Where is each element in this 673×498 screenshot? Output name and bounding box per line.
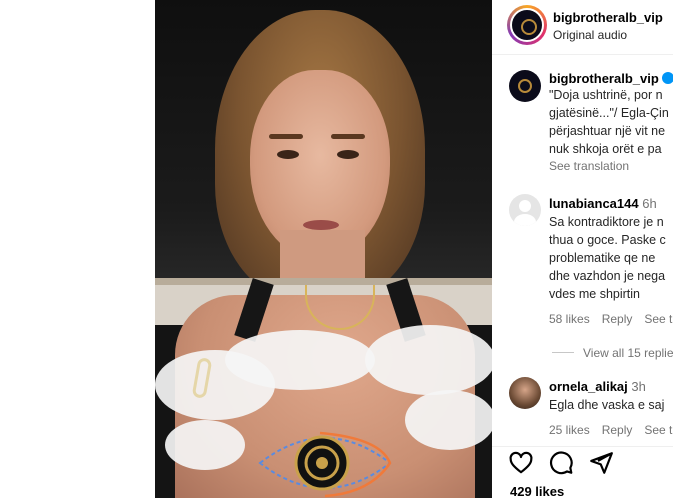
comment-meta: 25 likes Reply See tr (549, 423, 673, 437)
caption-username[interactable]: bigbrotheralb_vip (549, 71, 673, 86)
replies-divider (552, 352, 574, 353)
post-video[interactable] (155, 0, 492, 498)
comment-line: thua o goce. Paske c (549, 233, 666, 247)
verified-badge-icon (661, 72, 673, 84)
instagram-post-view: bigbrotheralb_vip Original audio bigbrot… (0, 0, 673, 498)
view-replies-button[interactable]: View all 15 replie (583, 346, 673, 360)
caption-line: nuk shkoja orët e pa (549, 142, 662, 156)
comment-username[interactable]: lunabianca144 6h (549, 196, 657, 211)
comment-reply-button[interactable]: Reply (602, 423, 633, 437)
comment-likes[interactable]: 25 likes (549, 423, 590, 437)
audio-label[interactable]: Original audio (553, 28, 627, 42)
comment-line: dhe vazhdon je nega (549, 269, 666, 283)
caption-line: përjashtuar një vit ne (549, 124, 666, 138)
comment-likes[interactable]: 58 likes (549, 312, 590, 326)
comment-see-translation[interactable]: See tr (644, 423, 673, 437)
commenter-avatar[interactable] (509, 194, 541, 226)
backdrop (0, 0, 155, 498)
comment-icon[interactable] (548, 450, 574, 476)
caption-avatar[interactable] (509, 70, 541, 102)
comment-see-translation[interactable]: See tr (644, 312, 673, 326)
heart-icon[interactable] (508, 450, 534, 476)
comment-meta: 58 likes Reply See tr (549, 312, 673, 326)
post-header: bigbrotheralb_vip Original audio (492, 0, 673, 55)
comment-line: vdes me shpirtin (549, 287, 641, 301)
comment-reply-button[interactable]: Reply (602, 312, 633, 326)
comment-line: Egla dhe vaska e saj (549, 398, 665, 412)
caption-line: gjatësinë..."/ Egla-Çin (549, 106, 669, 120)
caption-line: "Doja ushtrinë, por n (549, 88, 663, 102)
author-username[interactable]: bigbrotheralb_vip (553, 10, 663, 25)
commenter-avatar[interactable] (509, 377, 541, 409)
post-side-panel: bigbrotheralb_vip Original audio bigbrot… (492, 0, 673, 498)
comment-line: Sa kontradiktore je n (549, 215, 664, 229)
author-avatar[interactable] (507, 5, 547, 45)
likes-count[interactable]: 429 likes (510, 484, 564, 498)
comment-username[interactable]: ornela_alikaj 3h (549, 379, 646, 394)
caption-see-translation[interactable]: See translation (549, 159, 629, 173)
comment-line: problematike qe ne (549, 251, 656, 265)
send-icon[interactable] (588, 450, 614, 476)
big-brother-eye-logo (250, 418, 392, 498)
